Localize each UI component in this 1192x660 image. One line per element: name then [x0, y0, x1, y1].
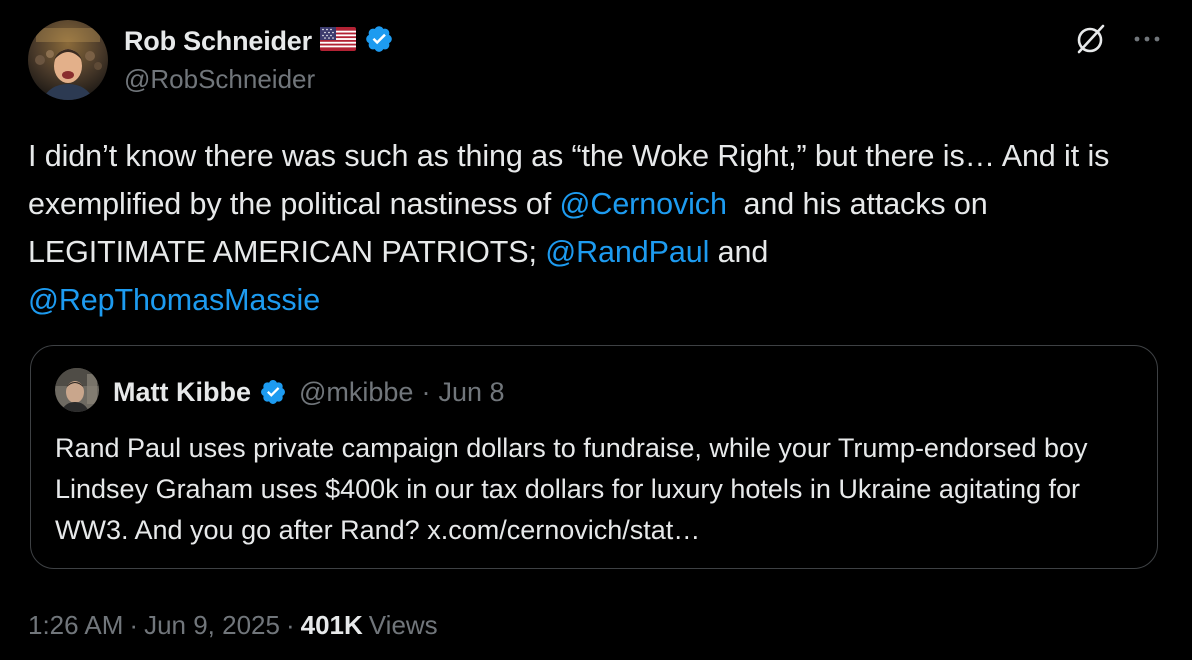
verified-badge-icon[interactable] — [364, 24, 394, 59]
tweet-text: I didn’t know there was such as thing as… — [28, 132, 1158, 324]
quoted-text: Rand Paul uses private campaign dollars … — [55, 433, 1088, 545]
tweet: Rob Schneider @RobSchneider I didn’t kno… — [0, 0, 1192, 660]
mention-link[interactable]: @RandPaul — [545, 235, 709, 269]
views-label: Views — [368, 610, 438, 640]
quoted-tweet[interactable]: Matt Kibbe @mkibbe · Jun 8 Rand Paul use… — [30, 345, 1158, 569]
author-name-row: Rob Schneider — [124, 24, 394, 58]
grok-icon[interactable] — [1074, 22, 1108, 56]
quoted-separator: · — [421, 376, 431, 407]
author-handle[interactable]: @RobSchneider — [124, 64, 315, 95]
quoted-author-avatar[interactable] — [55, 368, 99, 412]
quoted-date[interactable]: Jun 8 — [438, 377, 504, 408]
mention-link[interactable]: @RepThomasMassie — [28, 283, 320, 317]
verified-badge-icon[interactable] — [259, 378, 287, 406]
tweet-meta: 1:26 AM · Jun 9, 2025 · 401K Views — [28, 610, 438, 641]
tweet-text-segment: and — [709, 235, 777, 269]
more-icon[interactable] — [1134, 35, 1160, 43]
mention-link[interactable]: @Cernovich — [560, 187, 727, 221]
author-avatar[interactable] — [28, 20, 108, 100]
meta-separator: · — [129, 610, 139, 640]
quoted-display-name[interactable]: Matt Kibbe — [113, 377, 251, 408]
tweet-actions — [1074, 22, 1160, 56]
us-flag-icon — [319, 26, 356, 56]
meta-separator: · — [285, 610, 295, 640]
post-time[interactable]: 1:26 AM — [28, 610, 123, 641]
post-date[interactable]: Jun 9, 2025 — [144, 610, 280, 641]
quoted-handle[interactable]: @mkibbe — [299, 377, 413, 408]
quoted-header: Matt Kibbe @mkibbe · Jun 8 — [113, 372, 505, 412]
author-display-name[interactable]: Rob Schneider — [124, 26, 312, 57]
views-count[interactable]: 401K — [301, 610, 363, 641]
